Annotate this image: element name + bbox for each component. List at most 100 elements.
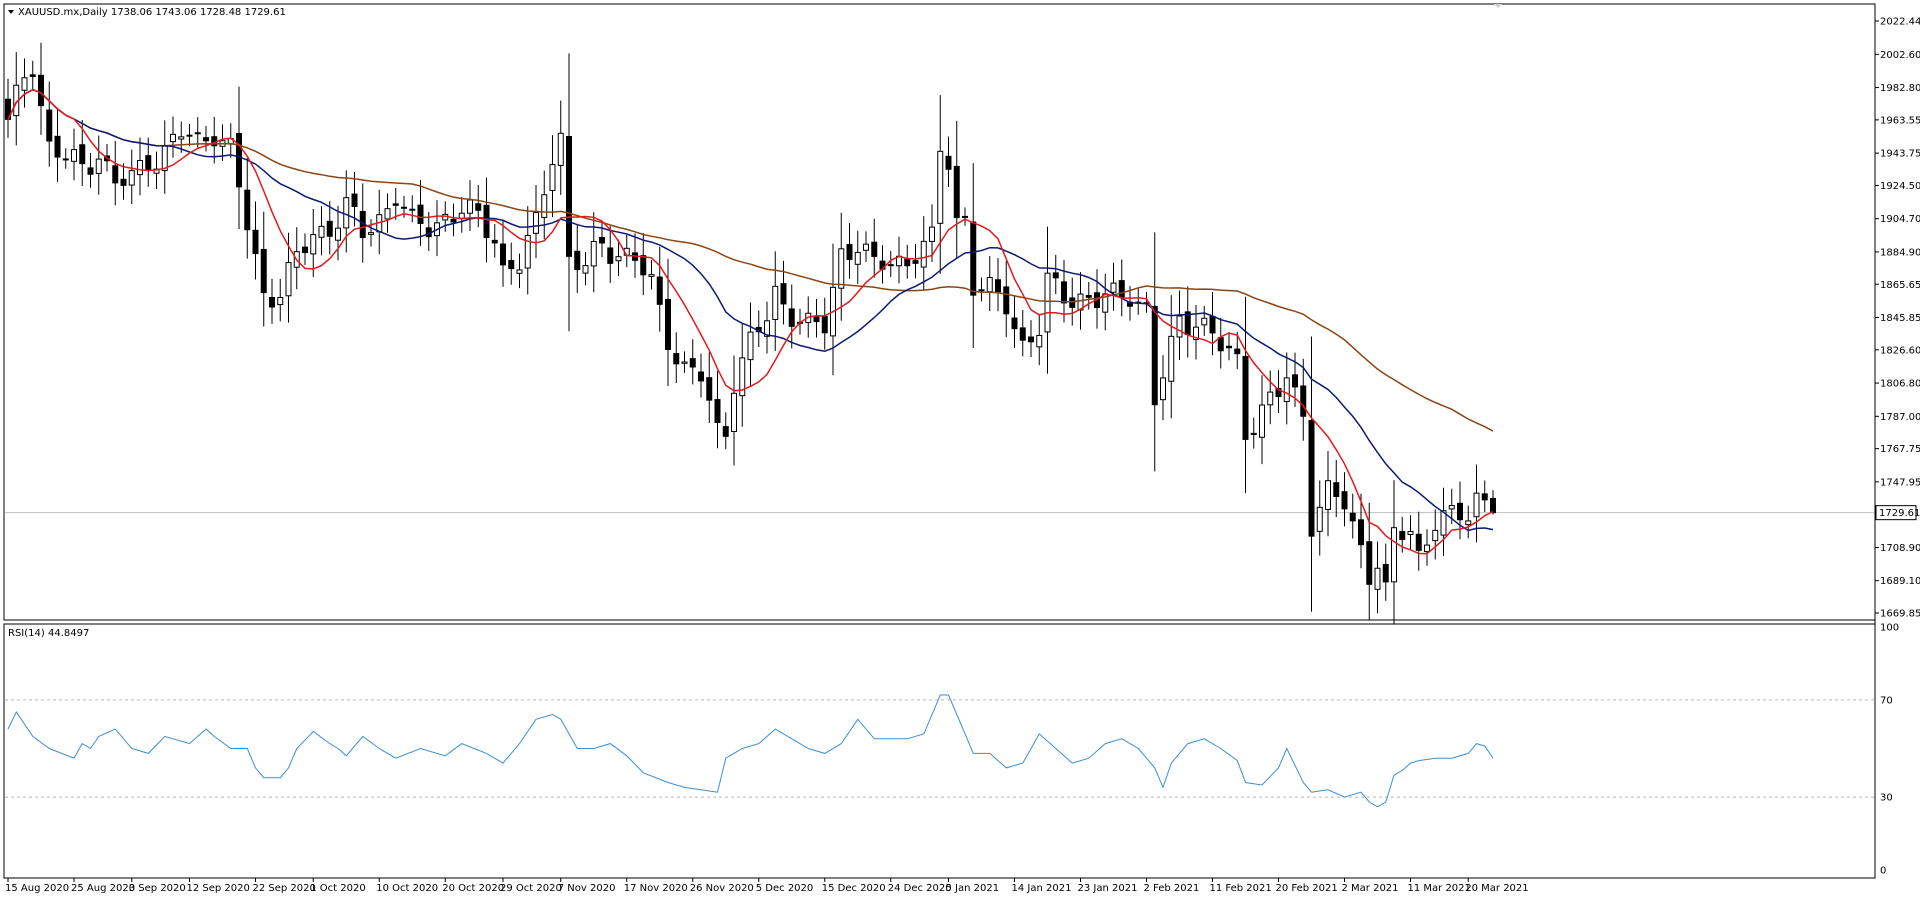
candle-body xyxy=(920,240,927,268)
candle-body xyxy=(1432,529,1439,542)
candle-body xyxy=(343,197,350,229)
candle-body xyxy=(854,251,861,265)
time-tick-label: 3 Sep 2020 xyxy=(129,883,186,894)
time-tick-label: 2 Feb 2021 xyxy=(1144,883,1200,894)
candle-body xyxy=(1490,497,1496,514)
candle-body xyxy=(79,144,86,165)
candle-body xyxy=(1003,286,1010,315)
candle-body xyxy=(656,276,663,305)
candle-body xyxy=(780,283,787,305)
candle-body xyxy=(1267,391,1274,406)
price-tick-label: 1963.55 xyxy=(1880,115,1920,126)
candle-body xyxy=(1341,491,1348,510)
rsi-header: RSI(14) 44.8497 xyxy=(8,628,89,639)
candle-body xyxy=(38,74,44,107)
rsi-tick-label: 100 xyxy=(1880,623,1899,634)
rsi-tick-label: 30 xyxy=(1880,793,1893,804)
rsi-tick-label: 70 xyxy=(1880,695,1893,706)
time-tick-label: 25 Aug 2020 xyxy=(71,883,135,894)
candle-body xyxy=(1011,317,1018,330)
candle-body xyxy=(1481,493,1488,501)
time-tick-label: 20 Mar 2021 xyxy=(1465,883,1528,894)
price-tick-label: 1904.70 xyxy=(1880,214,1920,225)
candle-body xyxy=(260,248,267,294)
price-tick-label: 1669.85 xyxy=(1880,609,1920,620)
candle-body xyxy=(128,170,135,186)
candle-body xyxy=(1407,530,1414,536)
candle-body xyxy=(673,353,680,365)
price-tick-label: 1708.90 xyxy=(1880,543,1920,554)
candle-body xyxy=(186,134,193,137)
candle-body xyxy=(1473,492,1480,518)
candle-body xyxy=(491,239,498,244)
candle-body xyxy=(566,135,572,257)
candle-body xyxy=(1217,337,1224,352)
candle-body xyxy=(689,358,696,368)
candle-body xyxy=(1118,280,1125,298)
candle-body xyxy=(112,165,119,184)
candle-body xyxy=(1069,297,1076,308)
candle-body xyxy=(351,193,358,207)
candle-body xyxy=(1366,541,1373,585)
candle-body xyxy=(29,74,36,77)
candle-body xyxy=(871,241,878,257)
candle-body xyxy=(326,220,333,237)
price-tick-label: 1982.80 xyxy=(1880,83,1920,94)
candle-body xyxy=(1085,295,1092,298)
candle-body xyxy=(772,285,779,320)
price-tick-label: 1806.80 xyxy=(1880,379,1920,390)
time-tick-label: 15 Aug 2020 xyxy=(5,883,69,894)
price-tick-label: 1865.65 xyxy=(1880,280,1920,291)
candle-body xyxy=(95,158,102,174)
candle-body xyxy=(21,77,28,91)
candle-body xyxy=(1465,520,1472,526)
candle-body xyxy=(1036,334,1043,348)
candle-body xyxy=(450,218,457,223)
candle-body xyxy=(137,160,143,176)
symbol-header: XAUUSD.mx,Daily 1738.06 1743.06 1728.48 … xyxy=(18,7,286,18)
candle-body xyxy=(1201,317,1208,326)
candle-body xyxy=(194,132,201,135)
candle-body xyxy=(788,308,795,327)
candle-body xyxy=(1424,544,1430,553)
candle-body xyxy=(1457,502,1463,521)
candle-body xyxy=(615,256,622,262)
candle-body xyxy=(1110,282,1117,293)
candle-body xyxy=(62,158,69,161)
price-tick-label: 1845.85 xyxy=(1880,313,1920,324)
time-tick-label: 11 Feb 2021 xyxy=(1210,883,1272,894)
candle-body xyxy=(1374,567,1381,590)
candle-body xyxy=(912,260,919,264)
candle-body xyxy=(285,262,292,297)
candle-body xyxy=(475,203,482,211)
candle-body xyxy=(698,371,704,382)
time-tick-label: 1 Oct 2020 xyxy=(310,883,365,894)
time-tick-label: 23 Jan 2021 xyxy=(1078,883,1138,894)
time-tick-label: 24 Dec 2020 xyxy=(888,883,952,894)
price-tick-label: 2002.60 xyxy=(1880,50,1920,61)
candle-body xyxy=(1209,316,1216,334)
candle-body xyxy=(747,331,754,361)
price-tick-label: 2022.44 xyxy=(1880,17,1920,28)
price-tick-label: 1689.10 xyxy=(1880,576,1920,587)
candle-body xyxy=(458,212,465,219)
candle-body xyxy=(607,247,614,264)
candle-body xyxy=(1160,377,1166,401)
candle-body xyxy=(236,132,242,188)
candle-body xyxy=(392,203,399,206)
time-tick-label: 2 Mar 2021 xyxy=(1342,883,1399,894)
candle-body xyxy=(87,167,94,175)
candle-body xyxy=(46,109,53,142)
time-tick-label: 5 Dec 2020 xyxy=(756,883,814,894)
candle-body xyxy=(590,241,597,267)
candle-body xyxy=(178,136,185,140)
candle-body xyxy=(1151,305,1158,406)
candle-body xyxy=(681,361,688,364)
time-tick-label: 17 Nov 2020 xyxy=(624,883,688,894)
candle-body xyxy=(500,243,506,266)
candle-body xyxy=(203,137,209,142)
candle-body xyxy=(1242,355,1249,440)
candle-body xyxy=(962,215,968,219)
time-tick-label: 5 Jan 2021 xyxy=(946,883,1000,894)
candle-body xyxy=(978,289,985,292)
